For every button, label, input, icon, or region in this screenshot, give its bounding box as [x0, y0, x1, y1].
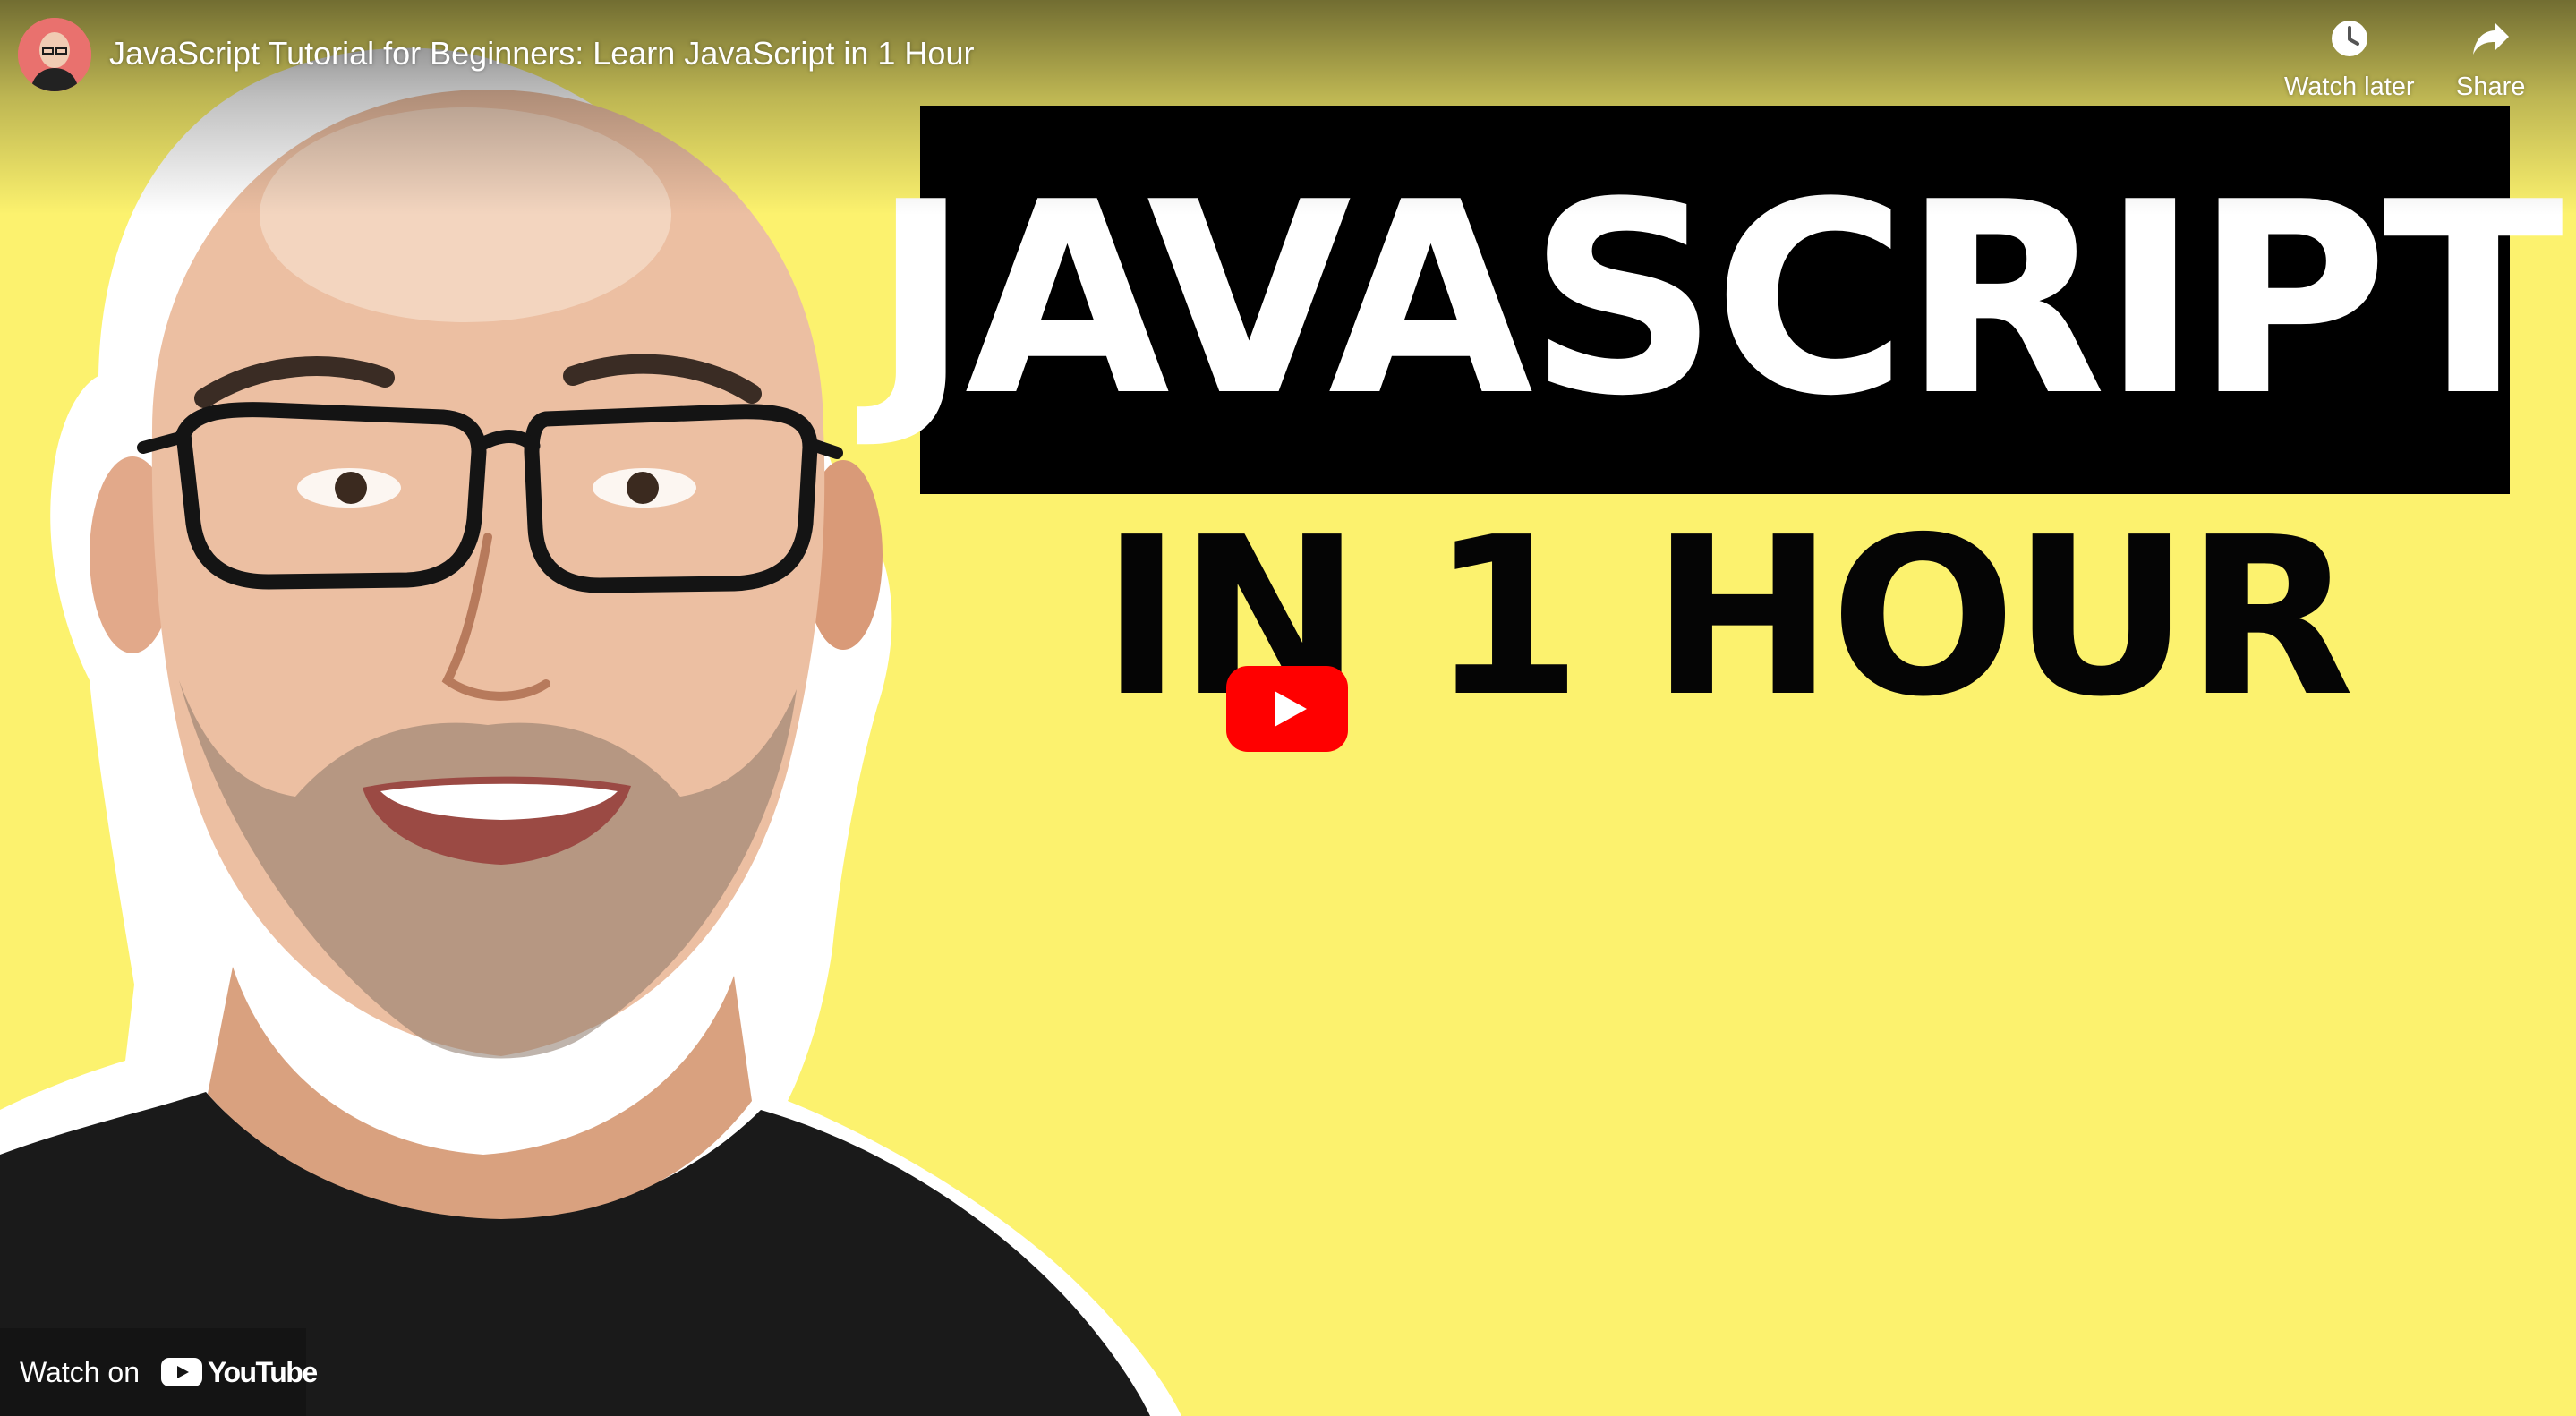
watch-on-label: Watch on [20, 1356, 140, 1388]
person-left-pupil [335, 472, 367, 504]
clock-icon [2325, 14, 2374, 63]
thumbnail-headline: JAVASCRIPT [871, 145, 2564, 454]
share-label: Share [2456, 73, 2526, 101]
youtube-wordmark: YouTube [207, 1356, 318, 1388]
play-button[interactable] [1226, 666, 1348, 752]
watch-on-youtube-button[interactable]: Watch on YouTube [0, 1328, 318, 1416]
youtube-logo-icon [160, 1358, 202, 1386]
embedded-video-player[interactable]: JAVASCRIPT IN 1 HOUR JavaScript Tutorial… [0, 0, 2576, 1416]
watch-later-button[interactable]: Watch later [2284, 14, 2415, 102]
youtube-logo: YouTube [160, 1354, 318, 1390]
channel-avatar[interactable] [18, 18, 91, 91]
person-forehead-highlight [260, 107, 671, 322]
share-arrow-icon [2467, 14, 2515, 63]
person-right-pupil [627, 472, 659, 504]
avatar-portrait-icon [18, 18, 91, 91]
youtube-play-icon [1226, 666, 1348, 752]
video-title-link[interactable]: JavaScript Tutorial for Beginners: Learn… [109, 32, 974, 75]
watch-later-label: Watch later [2284, 73, 2415, 101]
share-button[interactable]: Share [2456, 14, 2525, 102]
